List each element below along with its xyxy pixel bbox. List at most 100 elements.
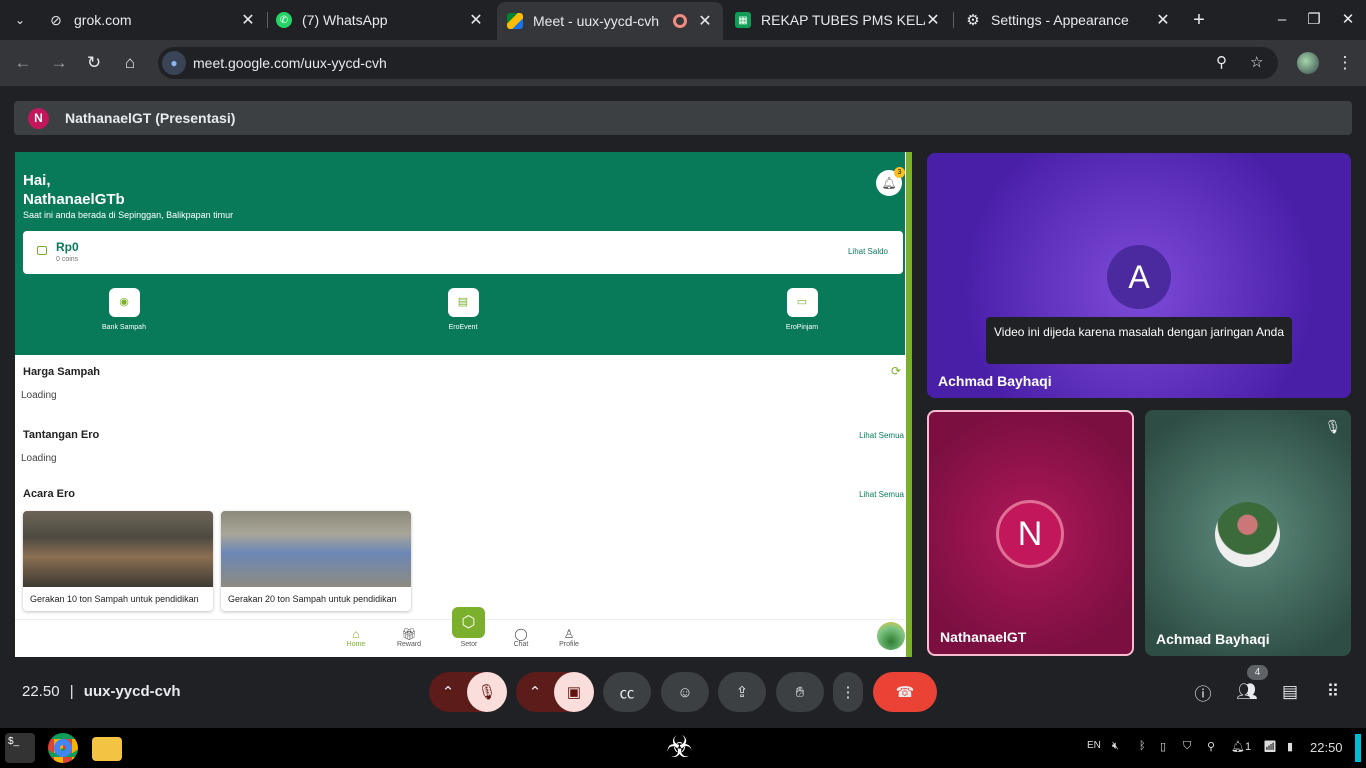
close-window-icon[interactable]: ✕ <box>1332 0 1364 40</box>
close-tab-icon[interactable]: ✕ <box>468 10 484 30</box>
whatsapp-icon: ✆ <box>276 12 292 28</box>
presentation-bar: N NathanaelGT (Presentasi) <box>14 101 1352 135</box>
chrome-icon[interactable] <box>48 733 78 763</box>
section-title-acara: Acara Ero <box>23 488 75 500</box>
location-text: Saat ini anda berada di Sepinggan, Balik… <box>23 210 234 220</box>
refresh-icon[interactable]: ⟳ <box>891 364 901 378</box>
language-indicator[interactable]: EN <box>1087 740 1101 751</box>
loading-text: Loading <box>21 390 57 401</box>
more-options-button[interactable]: ⋮ <box>833 672 863 712</box>
floating-avatar[interactable] <box>877 622 905 650</box>
bookmark-star-icon[interactable]: ☆ <box>1250 53 1263 71</box>
profile-avatar[interactable] <box>1297 52 1319 74</box>
close-tab-icon[interactable]: ✕ <box>240 10 256 30</box>
presenter-avatar: N <box>28 108 49 129</box>
tab-settings[interactable]: ⚙ Settings - Appearance ✕ <box>955 4 1181 36</box>
close-tab-icon[interactable]: ✕ <box>925 10 941 30</box>
new-tab-button[interactable]: + <box>1186 6 1212 34</box>
location-icon[interactable]: ⚲ <box>1207 740 1215 753</box>
tab-whatsapp[interactable]: ✆ (7) WhatsApp ✕ <box>266 4 494 36</box>
participant-avatar: A <box>1107 245 1171 309</box>
menu-icon[interactable]: ⋮ <box>1330 48 1360 78</box>
see-all-events-link[interactable]: Lihat Semua <box>859 490 904 499</box>
tab-grok[interactable]: ⊘ grok.com ✕ <box>38 4 266 36</box>
people-icon: 👥︎ <box>1236 682 1258 701</box>
tab-spreadsheet[interactable]: ▦ REKAP TUBES PMS KELAS ✕ <box>725 4 951 36</box>
camera-control: ⌃ ▣ <box>516 672 594 712</box>
mic-off-icon[interactable]: 🎙︎ <box>467 672 507 712</box>
battery-icon[interactable]: ▮ <box>1287 740 1293 753</box>
volume-muted-icon[interactable]: 🔇︎ <box>1112 740 1119 753</box>
event-card[interactable]: Gerakan 20 ton Sampah untuk pendidikan <box>221 511 411 611</box>
person-icon: ♙ <box>563 627 575 641</box>
tab-search-button[interactable]: ⌄ <box>6 6 34 34</box>
mic-muted-icon: 🎙︎ <box>1324 419 1341 434</box>
os-taskbar: $_ ☣ EN 🔇︎ ᛒ ▯ ⛉ ⚲ 🔔︎1 📶︎ ▮ 22:50 <box>0 728 1366 768</box>
biohazard-logo-icon[interactable]: ☣ <box>666 731 693 765</box>
section-title-harga: Harga Sampah <box>23 366 101 378</box>
chat-button[interactable]: ▤ <box>1270 672 1310 712</box>
raise-hand-button[interactable]: ✋︎ <box>776 672 824 712</box>
chat-bubble-icon: ◯ <box>514 627 528 641</box>
participant-tile[interactable]: A Video ini dijeda karena masalah dengan… <box>927 153 1351 398</box>
participant-tile[interactable]: 🎙︎ Achmad Bayhaqi <box>1145 410 1351 656</box>
quick-action-eroevent[interactable]: ▤ EroEvent <box>423 288 503 331</box>
forward-icon[interactable]: → <box>44 48 74 78</box>
nav-chat[interactable]: ◯ Chat <box>501 627 541 649</box>
quick-action-eropinjam[interactable]: ▭ EroPinjam <box>762 288 842 331</box>
terminal-icon[interactable]: $_ <box>5 733 35 763</box>
show-desktop-edge[interactable] <box>1355 734 1361 762</box>
participant-tile-active-speaker[interactable]: N NathanaelGT <box>927 410 1134 656</box>
setor-button[interactable]: ⬡ <box>452 607 485 638</box>
present-screen-icon: ⇪ <box>735 684 749 701</box>
tab-meet[interactable]: Meet - uux-yycd-cvh ✕ <box>497 2 723 40</box>
microphone-icon[interactable]: ● <box>162 51 186 75</box>
nav-home[interactable]: ⌂ Home <box>336 628 376 649</box>
files-icon[interactable] <box>92 737 122 761</box>
close-tab-icon[interactable]: ✕ <box>697 11 713 31</box>
location-pin-icon: ◉ <box>108 288 140 317</box>
end-call-button[interactable]: ☎︎ <box>873 672 937 712</box>
notifications-icon[interactable]: 🔔︎1 <box>1231 740 1251 753</box>
reactions-button[interactable]: ☺ <box>661 672 709 712</box>
microphone-control: ⌃ 🎙︎ <box>429 672 507 712</box>
notification-button[interactable]: 🔔︎ 3 <box>876 167 905 196</box>
captions-button[interactable]: ㏄ <box>603 672 651 712</box>
restore-icon[interactable]: ❐ <box>1298 0 1330 40</box>
balance-amount: Rp0 <box>56 240 79 254</box>
people-button[interactable]: 👥︎ 4 <box>1227 665 1268 712</box>
see-balance-link[interactable]: Lihat Saldo <box>848 247 888 256</box>
app-header: Hai, NathanaelGTb Saat ini anda berada d… <box>15 152 905 355</box>
minimize-icon[interactable]: – <box>1266 0 1298 40</box>
present-button[interactable]: ⇪ <box>718 672 766 712</box>
settings-icon: ⚙ <box>966 12 980 29</box>
wifi-icon[interactable]: 📶︎ <box>1263 740 1277 753</box>
back-icon[interactable]: ← <box>8 48 38 78</box>
meeting-details-button[interactable]: ⓘ <box>1183 672 1223 712</box>
home-icon[interactable]: ⌂ <box>115 48 145 78</box>
activities-button[interactable]: ⠿ <box>1313 672 1353 712</box>
event-image <box>23 511 213 587</box>
presenter-label: NathanaelGT (Presentasi) <box>65 110 236 126</box>
apps-grid-icon: ⠿ <box>1326 682 1340 701</box>
video-options-chevron-icon[interactable]: ⌃ <box>516 683 554 701</box>
bluetooth-icon[interactable]: ᛒ <box>1139 740 1146 752</box>
event-card[interactable]: Gerakan 10 ton Sampah untuk pendidikan <box>23 511 213 611</box>
clipboard-icon[interactable]: ▯ <box>1160 740 1166 753</box>
camera-off-icon[interactable]: ▣ <box>554 672 594 712</box>
bell-icon: 🔔︎ <box>881 176 897 190</box>
nav-profile[interactable]: ♙ Profile <box>549 627 589 649</box>
shared-screen: Hai, NathanaelGTb Saat ini anda berada d… <box>15 152 912 657</box>
shield-icon[interactable]: ⛉ <box>1183 740 1191 753</box>
clock[interactable]: 22:50 <box>1310 740 1343 755</box>
zoom-icon[interactable]: ⚲ <box>1216 53 1227 71</box>
quick-action-bank-sampah[interactable]: ◉ Bank Sampah <box>84 288 164 331</box>
audio-options-chevron-icon[interactable]: ⌃ <box>429 683 467 701</box>
participant-name: Achmad Bayhaqi <box>938 373 1052 389</box>
reload-icon[interactable]: ↻ <box>79 48 109 78</box>
browser-toolbar: ← → ↻ ⌂ ● meet.google.com/uux-yycd-cvh ⚲… <box>0 40 1366 86</box>
address-bar[interactable]: ● meet.google.com/uux-yycd-cvh ⚲ ☆ <box>158 47 1278 79</box>
see-all-challenges-link[interactable]: Lihat Semua <box>859 431 904 440</box>
nav-reward[interactable]: 🎁︎ Reward <box>389 628 429 649</box>
close-tab-icon[interactable]: ✕ <box>1155 10 1171 30</box>
